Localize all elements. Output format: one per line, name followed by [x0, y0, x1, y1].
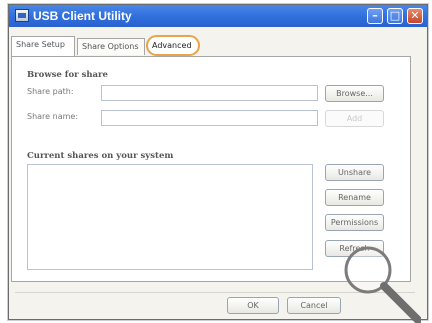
browse-button[interactable]: Browse... [325, 85, 384, 102]
cancel-button[interactable]: Cancel [287, 297, 341, 314]
minimize-button[interactable]: – [367, 8, 383, 24]
tab-share-options[interactable]: Share Options [77, 38, 145, 55]
title-bar[interactable]: USB Client Utility – □ ✕ [9, 5, 427, 27]
window-title: USB Client Utility [33, 9, 132, 23]
unshare-button[interactable]: Unshare [325, 164, 384, 181]
share-name-input[interactable] [101, 110, 318, 126]
tab-advanced[interactable]: Advanced [146, 35, 200, 56]
footer-divider [15, 292, 415, 293]
maximize-button[interactable]: □ [387, 8, 403, 24]
share-path-label: Share path: [27, 87, 74, 96]
refresh-button[interactable]: Refresh [325, 240, 384, 257]
share-path-input[interactable] [101, 85, 318, 101]
rename-button[interactable]: Rename [325, 189, 384, 206]
share-name-label: Share name: [27, 112, 79, 121]
tab-share-setup[interactable]: Share Setup [11, 36, 75, 56]
browse-section-title: Browse for share [27, 70, 108, 80]
add-button[interactable]: Add [325, 110, 384, 127]
app-icon [15, 9, 29, 22]
ok-button[interactable]: OK [227, 297, 279, 314]
permissions-button[interactable]: Permissions [325, 214, 384, 231]
current-shares-title: Current shares on your system [27, 151, 174, 161]
close-button[interactable]: ✕ [407, 8, 423, 24]
current-shares-list[interactable] [27, 164, 313, 270]
